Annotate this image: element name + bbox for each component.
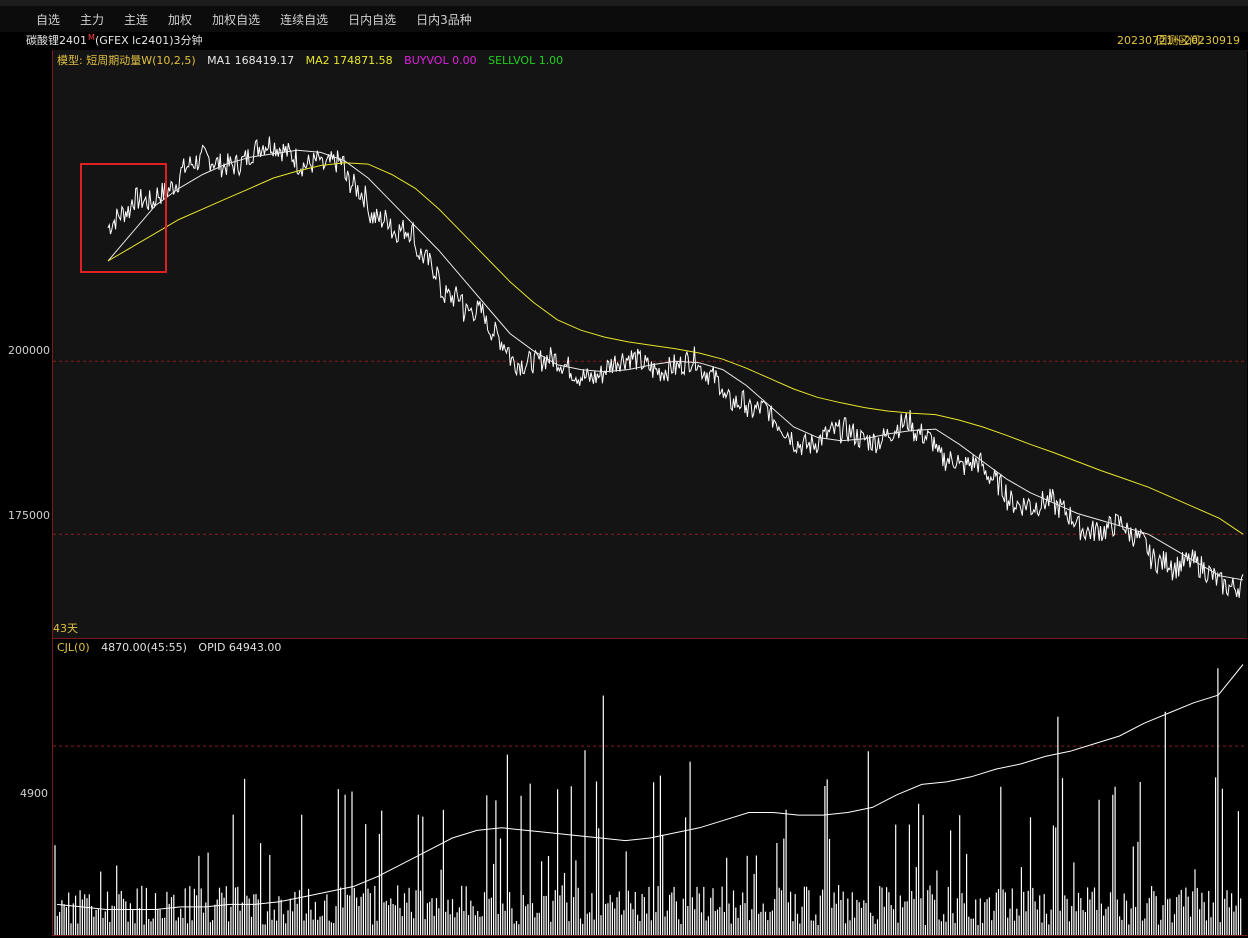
series-ma1-line bbox=[107, 149, 1244, 581]
volume-chart-panel[interactable]: CJL(0) 4870.00(45:55) OPID 64943.00 bbox=[52, 639, 1247, 936]
legend-ma2: MA2 174871.58 bbox=[305, 54, 393, 67]
sub-legend-opid: OPID 64943.00 bbox=[198, 641, 282, 654]
main-axis-label-175000: 175000 bbox=[8, 509, 50, 522]
menu-item-jiaquan-zixuan[interactable]: 加权自选 bbox=[212, 11, 260, 28]
legend-buyvol: BUYVOL 0.00 bbox=[404, 54, 477, 67]
menu-item-zixuan[interactable]: 自选 bbox=[36, 11, 60, 28]
menu-item-zhuli[interactable]: 主力 bbox=[80, 11, 104, 28]
main-contract-mark: M bbox=[88, 33, 95, 42]
volume-chart-svg bbox=[53, 664, 1247, 935]
menu-item-rinei-zixuan[interactable]: 日内自选 bbox=[348, 11, 396, 28]
price-line bbox=[107, 136, 1244, 598]
days-label: 43天 bbox=[53, 622, 78, 635]
chart-title-bar: 碳酸锂2401 M (GFEX lc2401)3分钟 回测区间: 2023072… bbox=[0, 32, 1248, 51]
symbol-code: (GFEX lc2401)3分钟 bbox=[95, 34, 203, 47]
menu-item-jiaquan[interactable]: 加权 bbox=[168, 11, 192, 28]
sub-legend: CJL(0) 4870.00(45:55) OPID 64943.00 bbox=[57, 641, 289, 654]
series-opid-line bbox=[56, 664, 1244, 910]
main-axis-label-200000: 200000 bbox=[8, 344, 50, 357]
price-chart-svg bbox=[53, 136, 1247, 598]
price-chart-panel[interactable]: 模型: 短周期动量W(10,2,5) MA1 168419.17 MA2 174… bbox=[52, 50, 1247, 639]
symbol-name: 碳酸锂2401 bbox=[26, 34, 87, 47]
backtest-range: 20230721～20230919 bbox=[1117, 34, 1240, 47]
sub-legend-value: 4870.00(45:55) bbox=[101, 641, 187, 654]
main-legend: 模型: 短周期动量W(10,2,5) MA1 168419.17 MA2 174… bbox=[57, 52, 571, 68]
sub-legend-name: CJL(0) bbox=[57, 641, 90, 654]
series-ma2-line bbox=[107, 162, 1244, 535]
legend-model: 模型: 短周期动量W(10,2,5) bbox=[57, 54, 196, 67]
menu-item-lianxu-zixuan[interactable]: 连续自选 bbox=[280, 11, 328, 28]
menu-item-rinei-3pinzhong[interactable]: 日内3品种 bbox=[416, 11, 472, 28]
legend-ma1: MA1 168419.17 bbox=[207, 54, 295, 67]
left-axis: 200000 175000 4900 bbox=[0, 50, 52, 938]
volume-bars bbox=[54, 668, 1242, 935]
sub-axis-label-4900: 4900 bbox=[20, 787, 48, 800]
menu-bar: 自选 主力 主连 加权 加权自选 连续自选 日内自选 日内3品种 bbox=[0, 6, 1248, 32]
legend-sellvol: SELLVOL 1.00 bbox=[488, 54, 564, 67]
menu-item-zhulian[interactable]: 主连 bbox=[124, 11, 148, 28]
